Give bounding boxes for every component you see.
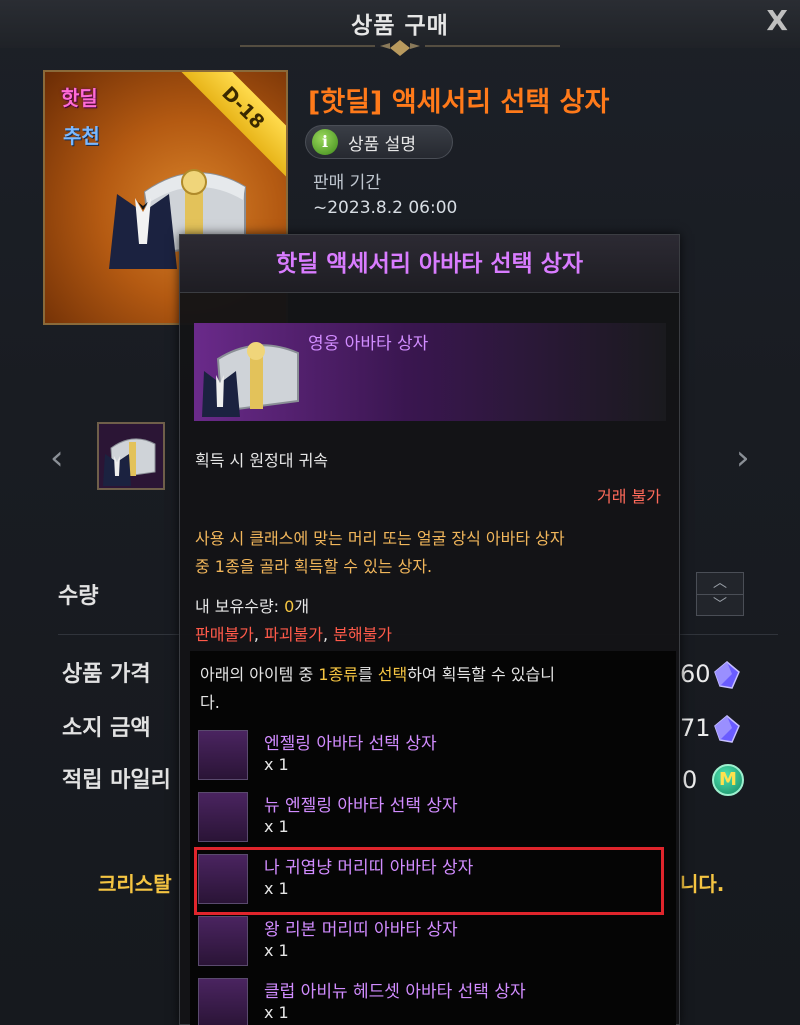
list-item[interactable]: 왕 리본 머리띠 아바타 상자 x 1: [198, 913, 658, 969]
hot-deal-badge: 핫딜: [61, 86, 98, 110]
highlight-box: [194, 847, 664, 915]
purchase-window: 상품 구매 X 핫딜 추천 D-18 [핫딜] 액세서리 선택 상자 i 상품 …: [0, 0, 800, 1025]
list-item-qty: x 1: [264, 755, 289, 774]
restrictions: 판매불가, 파괴불가, 분해불가: [195, 625, 393, 644]
selection-text: 아래의 아이템 중: [200, 665, 319, 684]
window-title: 상품 구매: [351, 13, 449, 39]
crystal-icon: [714, 661, 740, 689]
quantity-stepper[interactable]: ︿ ﹀: [696, 572, 744, 616]
description-line-1: 사용 시 클래스에 맞는 머리 또는 얼굴 장식 아바타 상자: [195, 529, 565, 548]
crystal-icon: [714, 715, 740, 743]
slider-next-arrow-icon[interactable]: ›: [736, 438, 750, 478]
bound-text: 획득 시 원정대 귀속: [195, 451, 329, 470]
slider-prev-arrow-icon[interactable]: ‹: [50, 438, 64, 478]
product-title: [핫딜] 액세서리 선택 상자: [308, 87, 610, 118]
list-item-qty: x 1: [264, 817, 289, 836]
chest-thumbnail-icon: [103, 438, 156, 486]
restrict-destroy: 파괴불가: [264, 625, 323, 644]
selection-instruction-line2: 다.: [200, 693, 220, 712]
mileage-value: 0: [682, 766, 698, 794]
quantity-up-icon[interactable]: ︿: [697, 573, 743, 594]
owned-quantity: 내 보유수량: 0개: [195, 593, 309, 617]
notice-text-right: 니다.: [680, 872, 725, 896]
list-item-name: 뉴 엔젤링 아바타 선택 상자: [264, 796, 458, 816]
list-item-name: 엔젤링 아바타 선택 상자: [264, 734, 437, 754]
product-description-label: 상품 설명: [348, 134, 416, 155]
selection-verb: 선택: [377, 665, 408, 684]
list-item[interactable]: 엔젤링 아바타 선택 상자 x 1: [198, 727, 658, 783]
selection-count: 1종류: [318, 665, 358, 684]
mileage-label: 적립 마일리: [62, 768, 171, 793]
product-description-button[interactable]: i 상품 설명: [305, 125, 453, 159]
header-ornament-icon: [240, 40, 560, 56]
restrict-disassemble: 분해불가: [333, 625, 393, 644]
owned-value: 0: [284, 597, 295, 616]
list-item[interactable]: 뉴 엔젤링 아바타 선택 상자 x 1: [198, 789, 658, 845]
sale-period-value: ~2023.8.2 06:00: [313, 198, 458, 218]
item-tooltip: 핫딜 액세서리 아바타 선택 상자 영웅 아바타 상자 획득 시 원정대 귀속 …: [179, 234, 680, 1025]
avatar-box-icon: [198, 730, 248, 780]
trade-restriction: 거래 불가: [597, 487, 661, 506]
selection-text: 를: [357, 665, 378, 684]
tooltip-title: 핫딜 액세서리 아바타 선택 상자: [180, 235, 679, 293]
recommend-badge: 추천: [63, 124, 100, 148]
avatar-box-icon: [198, 978, 248, 1025]
window-header: 상품 구매 X: [0, 0, 800, 56]
list-item-qty: x 1: [264, 941, 289, 960]
list-item-qty: x 1: [264, 1003, 289, 1022]
list-item[interactable]: 클럽 아비뉴 헤드셋 아바타 선택 상자 x 1: [198, 975, 658, 1025]
balance-value: 71: [680, 714, 711, 742]
description-line-2: 중 1종을 골라 획득할 수 있는 상자.: [195, 557, 433, 576]
suit-icon: [109, 194, 177, 269]
list-item-name: 클럽 아비뉴 헤드셋 아바타 선택 상자: [264, 982, 526, 1002]
avatar-box-icon: [198, 916, 248, 966]
balance-label: 소지 금액: [62, 716, 151, 741]
selection-text: 하여 획득할 수 있습니: [407, 665, 555, 684]
owned-unit: 개: [294, 597, 310, 616]
owned-label: 내 보유수량:: [195, 597, 285, 616]
list-item-name: 왕 리본 머리띠 아바타 상자: [264, 920, 458, 940]
price-label: 상품 가격: [62, 662, 151, 687]
item-thumbnail[interactable]: [97, 422, 165, 490]
mileage-coin-icon: M: [712, 764, 744, 796]
price-value: 60: [680, 660, 711, 688]
selection-instruction: 아래의 아이템 중 1종류를 선택하여 획득할 수 있습니: [200, 661, 555, 685]
restrict-sell: 판매불가: [195, 625, 254, 644]
close-button[interactable]: X: [766, 4, 788, 37]
avatar-box-icon: [198, 792, 248, 842]
hero-chest-icon: [202, 342, 299, 417]
notice-text-left: 크리스탈: [98, 872, 172, 896]
sale-period-label: 판매 기간: [313, 173, 381, 193]
info-icon: i: [312, 129, 338, 155]
quantity-down-icon[interactable]: ﹀: [697, 594, 743, 615]
tooltip-item-name: 영웅 아바타 상자: [308, 334, 429, 354]
quantity-label: 수량: [58, 584, 99, 609]
